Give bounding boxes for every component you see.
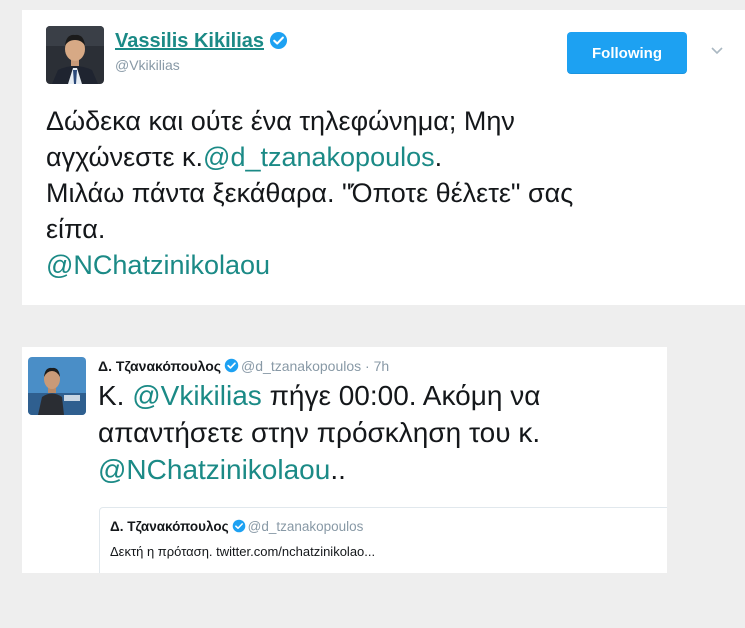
author-avatar[interactable]: [46, 26, 104, 84]
tweet-text-line: είπα.: [46, 214, 106, 244]
quoted-author-name: Δ. Τζανακόπουλος: [110, 519, 229, 534]
author-name-link[interactable]: Vassilis Kikilias: [115, 30, 288, 53]
verified-badge-icon: [224, 358, 239, 373]
quoted-tweet[interactable]: Δ. Τζανακόπουλος @d_tzanakopoulos Δεκτή η…: [99, 507, 667, 573]
tweet-text-segment: αγχώνεστε κ.: [46, 142, 204, 172]
tweet-text-segment: .: [434, 142, 443, 172]
author-name[interactable]: Vassilis Kikilias: [115, 30, 264, 52]
embedded-tweet-card: Δ. Τζανακόπουλος @d_tzanakopoulos · 7h Κ.…: [22, 347, 667, 573]
tweet-text-line: @NChatzinikolaou: [46, 247, 736, 283]
separator-dot: ·: [365, 358, 370, 374]
tweet-text: Δώδεκα και ούτε ένα τηλεφώνημα; Μην αγχώ…: [46, 103, 736, 283]
quoted-tweet-text: Δεκτή η πρόταση. twitter.com/nchatziniko…: [110, 544, 376, 559]
tweet-text-line: αγχώνεστε κ.@d_tzanakopoulos.: [46, 139, 736, 175]
tweet-text-line: Δώδεκα και ούτε ένα τηλεφώνημα; Μην: [46, 106, 515, 136]
main-tweet-card: Vassilis Kikilias @Vkikilias Following Δ…: [22, 10, 745, 305]
author-handle[interactable]: @d_tzanakopoulos: [241, 358, 361, 374]
timestamp[interactable]: 7h: [374, 358, 390, 374]
tweet-header: Δ. Τζανακόπουλος @d_tzanakopoulos · 7h: [98, 358, 389, 374]
verified-badge-icon: [232, 519, 245, 533]
author-handle[interactable]: @Vkikilias: [115, 57, 180, 73]
quoted-author-handle: @d_tzanakopoulos: [247, 519, 364, 534]
author-name[interactable]: Δ. Τζανακόπουλος: [98, 358, 221, 374]
following-button[interactable]: Following: [567, 32, 687, 74]
tweet-text-segment: Κ.: [98, 380, 133, 411]
verified-badge-icon: [269, 31, 288, 50]
tweet-text-segment: ..: [330, 454, 346, 485]
tweet-text-line: Μιλάω πάντα ξεκάθαρα. "Όποτε θέλετε" σας: [46, 178, 574, 208]
author-avatar[interactable]: [28, 357, 86, 415]
tweet-text: Κ. @Vkikilias πήγε 00:00. Ακόμη να απαντ…: [98, 377, 658, 488]
chevron-down-icon[interactable]: [710, 46, 724, 56]
mention-link[interactable]: @NChatzinikolaou: [46, 250, 270, 280]
mention-link[interactable]: @Vkikilias: [132, 380, 262, 411]
mention-link[interactable]: @NChatzinikolaou: [98, 454, 330, 485]
quoted-tweet-header: Δ. Τζανακόπουλος @d_tzanakopoulos: [110, 519, 363, 534]
mention-link[interactable]: @d_tzanakopoulos: [203, 142, 435, 172]
